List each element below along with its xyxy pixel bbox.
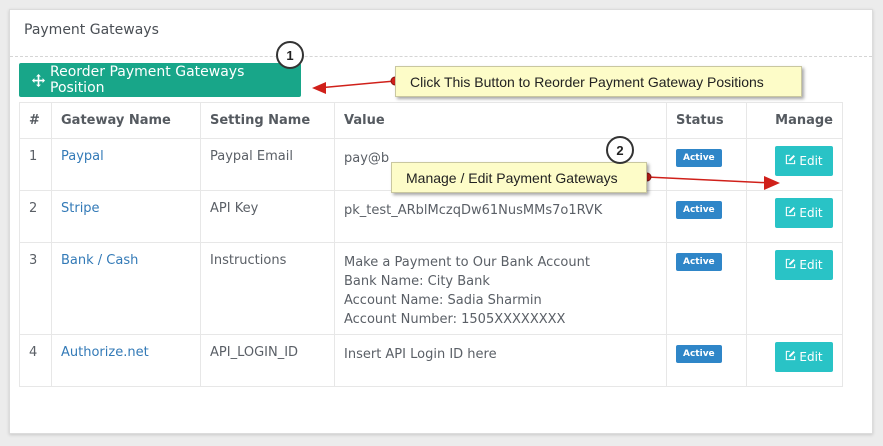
status-cell: Active <box>666 242 747 335</box>
col-header-setting-name: Setting Name <box>200 102 335 139</box>
gateway-link-authorize-net[interactable]: Authorize.net <box>61 345 149 360</box>
gateway-link-bank-cash[interactable]: Bank / Cash <box>61 253 138 268</box>
edit-button-bank-cash[interactable]: Edit <box>775 250 833 280</box>
manage-cell: Edit <box>746 334 843 387</box>
row-number: 3 <box>19 242 52 335</box>
callout-manage-text: Manage / Edit Payment Gateways <box>406 169 618 186</box>
value-cell: Make a Payment to Our Bank Account Bank … <box>334 242 667 335</box>
col-header-manage: Manage <box>746 102 843 139</box>
table-row: 4 Authorize.net API_LOGIN_ID Insert API … <box>19 334 843 387</box>
col-header-value: Value <box>334 102 667 139</box>
edit-label: Edit <box>799 258 823 272</box>
gateway-name-cell: Bank / Cash <box>51 242 201 335</box>
status-badge: Active <box>676 253 722 271</box>
status-cell: Active <box>666 138 747 191</box>
status-badge: Active <box>676 149 722 167</box>
manage-cell: Edit <box>746 190 843 243</box>
marker-1: 1 <box>276 41 304 69</box>
manage-cell: Edit <box>746 138 843 191</box>
edit-label: Edit <box>799 154 823 168</box>
value-line: Account Name: Sadia Sharmin <box>344 293 542 308</box>
edit-icon <box>785 258 796 272</box>
value-cell: pk_test_ARblMczqDw61NusMMs7o1RVK <box>334 190 667 243</box>
callout-manage: Manage / Edit Payment Gateways <box>391 162 647 193</box>
gateway-name-cell: Authorize.net <box>51 334 201 387</box>
col-header-status: Status <box>666 102 747 139</box>
callout-reorder-text: Click This Button to Reorder Payment Gat… <box>410 73 764 90</box>
setting-name: Paypal Email <box>200 138 335 191</box>
arrows-move-icon <box>32 73 45 87</box>
row-number: 1 <box>19 138 52 191</box>
gateway-link-stripe[interactable]: Stripe <box>61 201 100 216</box>
status-cell: Active <box>666 334 747 387</box>
table-row: 3 Bank / Cash Instructions Make a Paymen… <box>19 242 843 335</box>
edit-icon <box>785 154 796 168</box>
panel-title: Payment Gateways <box>24 22 159 38</box>
value-line: Insert API Login ID here <box>344 347 497 362</box>
status-badge: Active <box>676 345 722 363</box>
marker-2: 2 <box>606 136 634 164</box>
status-cell: Active <box>666 190 747 243</box>
panel-divider <box>10 56 872 57</box>
value-line: pk_test_ARblMczqDw61NusMMs7o1RVK <box>344 203 603 218</box>
gateway-name-cell: Paypal <box>51 138 201 191</box>
edit-icon <box>785 206 796 220</box>
value-cell: Insert API Login ID here <box>334 334 667 387</box>
edit-button-authorize-net[interactable]: Edit <box>775 342 833 372</box>
edit-button-paypal[interactable]: Edit <box>775 146 833 176</box>
edit-icon <box>785 350 796 364</box>
manage-cell: Edit <box>746 242 843 335</box>
edit-label: Edit <box>799 350 823 364</box>
col-header-number: # <box>19 102 52 139</box>
gateway-link-paypal[interactable]: Paypal <box>61 149 104 164</box>
value-line: Make a Payment to Our Bank Account <box>344 255 590 270</box>
row-number: 4 <box>19 334 52 387</box>
setting-name: API Key <box>200 190 335 243</box>
col-header-gateway-name: Gateway Name <box>51 102 201 139</box>
value-line: Account Number: 1505XXXXXXXX <box>344 312 566 327</box>
edit-label: Edit <box>799 206 823 220</box>
table-header-row: # Gateway Name Setting Name Value Status… <box>19 102 843 139</box>
table-row: 2 Stripe API Key pk_test_ARblMczqDw61Nus… <box>19 190 843 243</box>
edit-button-stripe[interactable]: Edit <box>775 198 833 228</box>
setting-name: Instructions <box>200 242 335 335</box>
reorder-button[interactable]: Reorder Payment Gateways Position <box>19 63 301 97</box>
callout-reorder: Click This Button to Reorder Payment Gat… <box>395 66 802 97</box>
gateways-table: # Gateway Name Setting Name Value Status… <box>19 102 843 387</box>
reorder-button-label: Reorder Payment Gateways Position <box>50 64 245 96</box>
status-badge: Active <box>676 201 722 219</box>
gateway-name-cell: Stripe <box>51 190 201 243</box>
row-number: 2 <box>19 190 52 243</box>
setting-name: API_LOGIN_ID <box>200 334 335 387</box>
value-line: Bank Name: City Bank <box>344 274 490 289</box>
